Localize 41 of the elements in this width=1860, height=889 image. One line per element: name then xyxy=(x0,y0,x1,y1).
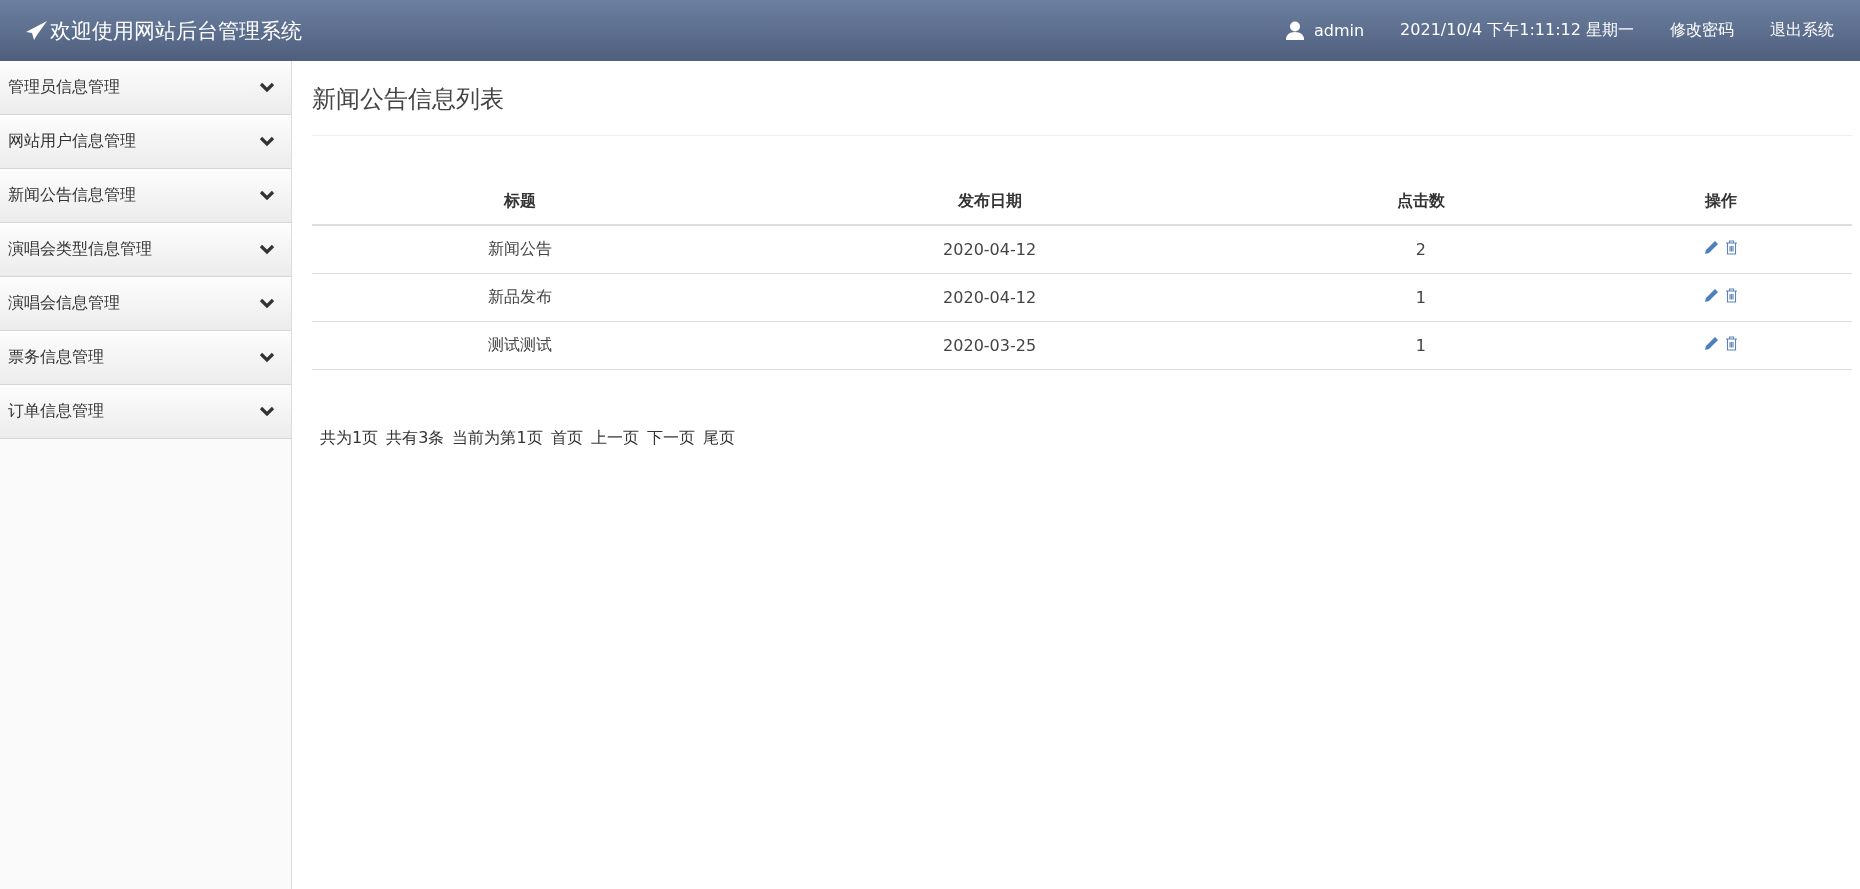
table-cell: 2020-03-25 xyxy=(727,321,1252,370)
table-cell: 2 xyxy=(1251,225,1591,274)
table-cell: 新闻公告 xyxy=(312,225,728,274)
pagination-info: 共为1页 xyxy=(320,428,379,449)
pagination-link[interactable]: 下一页 xyxy=(646,428,695,449)
pagination-info: 当前为第1页 xyxy=(452,428,543,449)
pencil-icon[interactable] xyxy=(1704,240,1720,255)
chevron-icon xyxy=(259,190,275,201)
trash-icon[interactable] xyxy=(1725,336,1739,351)
chevron-icon xyxy=(259,406,275,417)
chevron-icon xyxy=(259,82,275,93)
table-cell: 1 xyxy=(1251,321,1591,370)
site-title: 欢迎使用网站后台管理系统 xyxy=(50,17,302,45)
header-link[interactable]: 退出系统 xyxy=(1770,20,1834,41)
page-title: 新闻公告信息列表 xyxy=(312,83,1852,136)
table-cell: 新品发布 xyxy=(312,273,728,322)
pencil-icon[interactable] xyxy=(1704,288,1720,303)
table-cell: 测试测试 xyxy=(312,321,728,370)
table-cell: 2020-04-12 xyxy=(727,225,1252,274)
column-header: 发布日期 xyxy=(727,178,1252,225)
chevron-icon xyxy=(259,298,275,309)
pagination-info: 共有3条 xyxy=(386,428,445,449)
chevron-icon xyxy=(259,352,275,363)
paper-plane-icon xyxy=(26,20,48,41)
chevron-icon xyxy=(259,244,275,255)
header-link[interactable]: 修改密码 xyxy=(1670,20,1734,41)
table-cell: 1 xyxy=(1251,273,1591,322)
column-header: 点击数 xyxy=(1251,178,1591,225)
column-header: 标题 xyxy=(312,178,728,225)
date-time: 2021/10/4 下午1:11:12 星期一 xyxy=(1400,20,1634,41)
column-header: 操作 xyxy=(1590,178,1852,225)
pagination-link[interactable]: 首页 xyxy=(550,428,583,449)
pencil-icon[interactable] xyxy=(1704,336,1720,351)
user-icon xyxy=(1285,21,1304,40)
user-name: admin xyxy=(1313,21,1365,40)
trash-icon[interactable] xyxy=(1725,240,1739,255)
pagination-link[interactable]: 尾页 xyxy=(702,428,735,449)
pagination-link[interactable]: 上一页 xyxy=(590,428,639,449)
table-cell: 2020-04-12 xyxy=(727,273,1252,322)
trash-icon[interactable] xyxy=(1725,288,1739,303)
chevron-icon xyxy=(259,136,275,147)
